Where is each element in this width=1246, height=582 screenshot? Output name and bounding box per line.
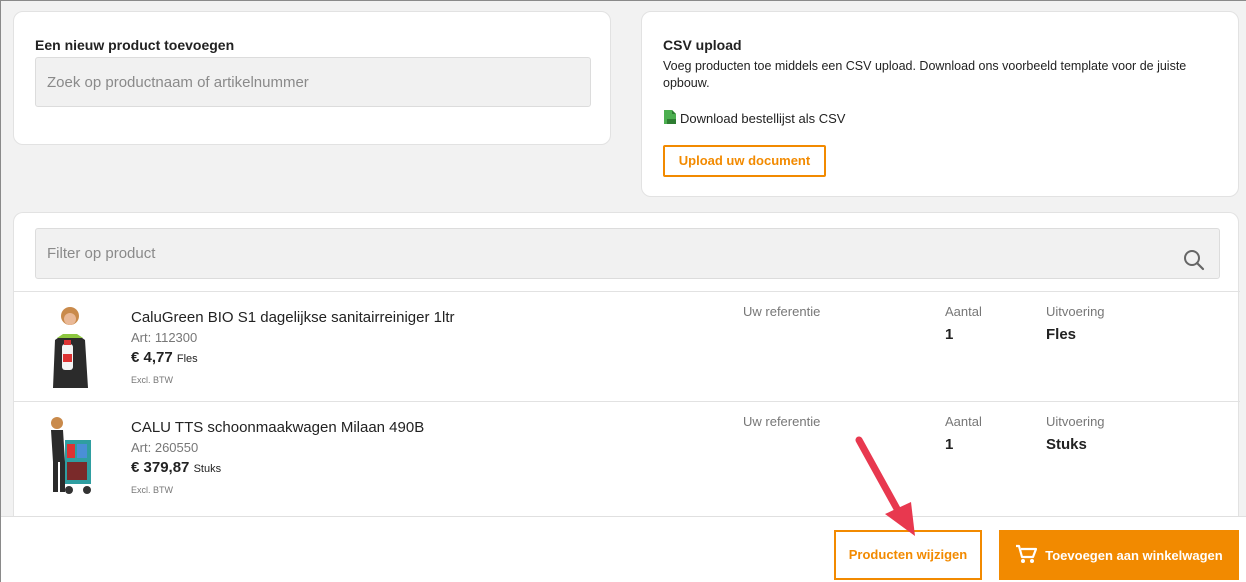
download-csv-link[interactable]: Download bestellijst als CSV — [663, 109, 845, 128]
annotation-arrow-icon — [855, 436, 915, 536]
product-price: € 4,77 Fles — [131, 349, 198, 366]
add-product-card: Een nieuw product toevoegen Zoek op prod… — [13, 11, 611, 145]
quantity-value: 1 — [945, 436, 954, 453]
price-amount: € 379,87 — [131, 459, 190, 476]
csv-file-icon — [663, 109, 677, 128]
product-price: € 379,87 Stuks — [131, 459, 221, 476]
quantity-value: 1 — [945, 326, 954, 343]
product-name[interactable]: CALU TTS schoonmaakwagen Milaan 490B — [131, 419, 424, 436]
product-search-input[interactable]: Zoek op productnaam of artikelnummer — [35, 57, 591, 107]
filter-product-input[interactable]: Filter op product — [35, 228, 1220, 279]
add-product-title: Een nieuw product toevoegen — [35, 37, 235, 53]
product-image — [53, 307, 88, 388]
add-to-cart-label: Toevoegen aan winkelwagen — [1045, 547, 1223, 563]
product-image — [51, 417, 91, 494]
add-to-cart-button[interactable]: Toevoegen aan winkelwagen — [999, 530, 1239, 580]
variant-value: Fles — [1046, 326, 1077, 343]
vat-note: Excl. BTW — [131, 485, 173, 495]
reference-label: Uw referentie — [743, 304, 821, 319]
quantity-label: Aantal — [945, 414, 982, 429]
price-unit: Stuks — [193, 463, 222, 475]
product-article-number: Art: 260550 — [131, 440, 199, 455]
csv-title: CSV upload — [663, 37, 742, 53]
variant-value: Stuks — [1046, 436, 1087, 453]
variant-label: Uitvoering — [1046, 304, 1105, 319]
price-unit: Fles — [176, 353, 198, 365]
product-name[interactable]: CaluGreen BIO S1 dagelijkse sanitairrein… — [131, 309, 455, 326]
cart-icon — [1015, 544, 1038, 567]
variant-label: Uitvoering — [1046, 414, 1105, 429]
filter-placeholder: Filter op product — [47, 245, 156, 262]
table-row[interactable]: CALU TTS schoonmaakwagen Milaan 490B Art… — [14, 401, 1240, 511]
search-icon[interactable] — [1183, 242, 1205, 291]
upload-document-button[interactable]: Upload uw document — [663, 145, 826, 177]
product-list-card: Filter op product CaluGreen BIO S1 dagel… — [13, 212, 1240, 532]
table-row[interactable]: CaluGreen BIO S1 dagelijkse sanitairrein… — [14, 291, 1240, 401]
product-article-number: Art: 112300 — [131, 330, 198, 345]
reference-label: Uw referentie — [743, 414, 821, 429]
quantity-label: Aantal — [945, 304, 982, 319]
download-csv-label: Download bestellijst als CSV — [680, 111, 846, 126]
csv-description: Voeg producten toe middels een CSV uploa… — [663, 59, 1187, 90]
vat-note: Excl. BTW — [131, 375, 173, 385]
price-amount: € 4,77 — [131, 349, 173, 366]
csv-upload-card: CSV upload Voeg producten toe middels ee… — [641, 11, 1239, 197]
